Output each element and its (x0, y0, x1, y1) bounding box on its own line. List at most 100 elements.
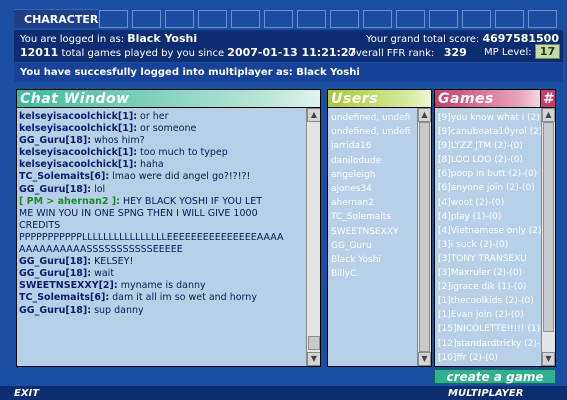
user-list-item[interactable]: ajones34 (331, 182, 417, 196)
user-list-item[interactable]: BillyC. (331, 267, 417, 281)
user-list-item[interactable]: undefined, undefi (331, 111, 417, 125)
games-hash-header: # (540, 89, 556, 107)
ffr-rank-line: Overall FFR rank: 329 (348, 46, 467, 59)
game-list-item[interactable]: [6]anyone join (2)-(0) (438, 181, 542, 195)
game-list-item[interactable]: [6]poop in butt (2)-(0) (438, 167, 542, 181)
scroll-up-icon[interactable]: ▲ (418, 108, 431, 122)
user-list-item[interactable]: SWEETNSEXXY (331, 225, 417, 239)
games-scroll-thumb[interactable] (543, 122, 554, 332)
game-list-item[interactable]: [2]igrace dik (1)-(0) (438, 280, 542, 294)
exit-button[interactable]: EXIT (14, 388, 39, 399)
login-message: You have succesfully logged into multipl… (14, 63, 563, 82)
user-list-item[interactable]: Black Yoshi (331, 253, 417, 267)
user-list-item[interactable]: TC_Solemaits (331, 210, 417, 224)
chat-message: CREDITS (19, 220, 305, 232)
create-game-button[interactable]: create a game (434, 369, 556, 384)
nav-cell[interactable] (297, 10, 326, 28)
chat-scrollbar[interactable]: ▲ ▼ (306, 108, 320, 366)
chat-sender[interactable]: TC_Solemaits[6]: (19, 292, 109, 303)
chat-message: TC_Solemaits[6]: dam it all im so wet an… (19, 292, 305, 304)
game-list-item[interactable]: [3]Maxruler (2)-(0) (438, 266, 542, 280)
game-list-item[interactable]: [1]thecoolkids (2)-(0) (438, 294, 542, 308)
scroll-down-icon[interactable]: ▼ (542, 352, 555, 366)
game-list-item[interactable]: [9]LYZZ JTM (2)-(0) (438, 139, 542, 153)
chat-window: kelseyisacoolchick[1]: or her kelseyisaco… (16, 107, 321, 367)
chat-sender[interactable]: GG_Guru[18]: (19, 135, 91, 146)
chat-text: ME WIN YOU IN ONE SPNG THEN I WILL GIVE … (19, 207, 258, 219)
users-panel: undefined, undefi undefined, undefi jarrid… (327, 107, 432, 367)
chat-text: or her (137, 111, 169, 122)
nav-cell[interactable] (363, 10, 392, 28)
nav-cell[interactable] (330, 10, 359, 28)
character-label[interactable]: CHARACTER (14, 9, 98, 28)
chat-sender[interactable]: kelseyisacoolchick[1]: (19, 111, 137, 122)
nav-cell[interactable] (99, 10, 128, 28)
mp-level-value: 17 (534, 44, 561, 59)
chat-message: kelseyisacoolchick[1]: or her (19, 111, 305, 123)
game-list-item[interactable]: [3]TONY TRANSEXU (438, 252, 542, 266)
nav-cell[interactable] (165, 10, 194, 28)
chat-text: haha (137, 159, 164, 171)
game-list-item[interactable]: [1]Evan join (2)-(0) (438, 308, 542, 322)
games-panel: [9]you know what i (2) [9]canubeata10yrol… (434, 107, 556, 367)
user-list-item[interactable]: ahernan2 (331, 196, 417, 210)
chat-window-title: Chat Window (16, 89, 321, 107)
games-scrollbar[interactable]: ▲ ▼ (541, 108, 555, 366)
scroll-down-icon[interactable]: ▼ (307, 352, 320, 366)
game-list-item[interactable]: [9]you know what i (2) (438, 111, 542, 125)
users-scroll-thumb[interactable] (419, 122, 430, 352)
game-list-item[interactable]: [4]Vietnamese only (2) (438, 224, 542, 238)
nav-cell[interactable] (396, 10, 425, 28)
scroll-up-icon[interactable]: ▲ (307, 108, 320, 122)
user-list-item[interactable]: angeleigh (331, 168, 417, 182)
games-title: Games (434, 89, 541, 107)
chat-sender[interactable]: SWEETNSEXXY[2]: (19, 280, 118, 291)
chat-sender[interactable]: kelseyisacoolchick[1]: (19, 123, 137, 134)
chat-scroll-thumb[interactable] (308, 336, 320, 350)
scroll-down-icon[interactable]: ▼ (418, 352, 431, 366)
chat-sender[interactable]: kelseyisacoolchick[1]: (19, 147, 137, 158)
chat-text: myname is danny (117, 280, 206, 292)
since-date: 2007-01-13 11:21:27 (227, 46, 357, 59)
chat-sender[interactable]: GG_Guru[18]: (19, 268, 91, 279)
user-list: undefined, undefi undefined, undefi jarrid… (331, 111, 417, 281)
nav-cell[interactable] (264, 10, 293, 28)
game-list-item[interactable]: [3]i suck (2)-(0) (438, 238, 542, 252)
game-list-item[interactable]: [9]canubeata10yrol (2) (438, 125, 542, 139)
chat-message: GG_Guru[18]: lol (19, 184, 305, 196)
nav-cell[interactable] (198, 10, 227, 28)
ffr-rank-value: 329 (443, 46, 467, 59)
chat-sender[interactable]: GG_Guru[18]: (19, 184, 91, 195)
game-list-item[interactable]: [4]woot (2)-(0) (438, 196, 542, 210)
users-scrollbar[interactable]: ▲ ▼ (417, 108, 431, 366)
grand-total-line: Your grand total score: 4697581500 (366, 32, 559, 45)
chat-sender[interactable]: GG_Guru[18]: (19, 256, 91, 267)
nav-cell[interactable] (429, 10, 458, 28)
chat-message: GG_Guru[18]: wait (19, 268, 305, 280)
chat-message: GG_Guru[18]: sup danny (19, 305, 305, 317)
chat-sender[interactable]: GG_Guru[18]: (19, 305, 91, 316)
logged-in-line: You are logged in as: Black Yoshi (20, 32, 197, 45)
chat-text: whos him? (91, 135, 145, 147)
scroll-up-icon[interactable]: ▲ (542, 108, 555, 122)
chat-message: [ PM > ahernan2 ]: HEY BLACK YOSHI IF YO… (19, 196, 305, 208)
game-list-item[interactable]: [15]NICOLETTE!!!!! (1) (438, 322, 542, 336)
chat-sender[interactable]: TC_Solemaits[6]: (19, 171, 109, 182)
nav-cell[interactable] (132, 10, 161, 28)
chat-message: SWEETNSEXXY[2]: myname is danny (19, 280, 305, 292)
nav-cell[interactable] (231, 10, 260, 28)
user-list-item[interactable]: jarrida16 (331, 139, 417, 153)
game-list-item[interactable]: [8]LOO LOO (2)-(0) (438, 153, 542, 167)
chat-sender[interactable]: kelseyisacoolchick[1]: (19, 159, 137, 170)
game-list-item[interactable]: [4]play (1)-(0) (438, 210, 542, 224)
game-list-item[interactable]: [10]ffr (2)-(0) (438, 351, 542, 365)
game-list-item[interactable]: [12]standardtricky (2)- (438, 337, 542, 351)
chat-message: kelseyisacoolchick[1]: haha (19, 159, 305, 171)
user-list-item[interactable]: undefined, undefi (331, 125, 417, 139)
username: Black Yoshi (127, 32, 198, 45)
nav-cell[interactable] (528, 10, 557, 28)
user-list-item[interactable]: danilodude (331, 154, 417, 168)
nav-cell[interactable] (495, 10, 524, 28)
nav-cell[interactable] (462, 10, 491, 28)
user-list-item[interactable]: GG_Guru (331, 239, 417, 253)
